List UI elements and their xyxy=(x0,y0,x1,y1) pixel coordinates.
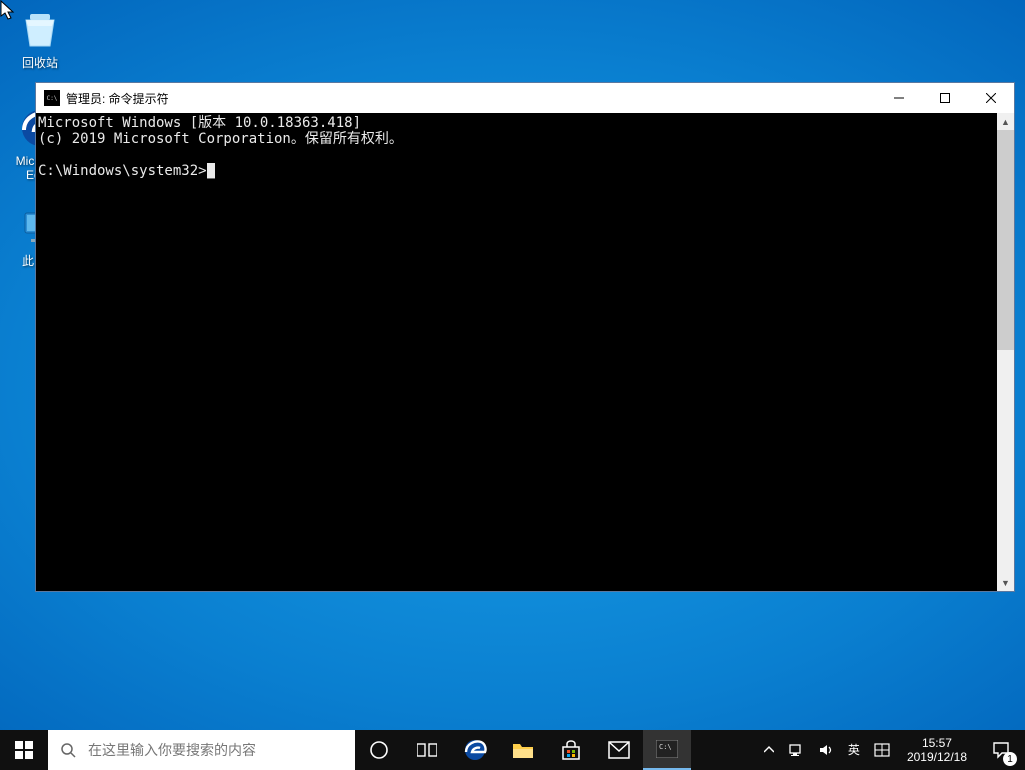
folder-icon xyxy=(512,740,534,760)
tray-network-button[interactable] xyxy=(781,730,811,770)
taskbar-search[interactable] xyxy=(48,730,355,770)
ime-indicator: 英 xyxy=(848,744,860,756)
ime-mode-icon xyxy=(874,742,890,758)
clock-time: 15:57 xyxy=(922,736,952,750)
volume-icon xyxy=(818,742,834,758)
tray-clock[interactable]: 15:57 2019/12/18 xyxy=(897,730,977,770)
scrollbar[interactable]: ▲ ▼ xyxy=(997,113,1014,591)
window-title: 管理员: 命令提示符 xyxy=(66,90,169,107)
search-input[interactable] xyxy=(88,730,355,770)
task-view-button[interactable] xyxy=(403,730,451,770)
search-icon xyxy=(48,742,88,758)
terminal-line: Microsoft Windows [版本 10.0.18363.418] xyxy=(38,115,361,131)
action-center-button[interactable]: 1 xyxy=(977,730,1025,770)
notification-badge: 1 xyxy=(1003,752,1017,766)
cmd-icon xyxy=(44,90,60,106)
taskbar-app-cmd[interactable]: C:\ xyxy=(643,730,691,770)
desktop-icon-recycle-bin[interactable]: 回收站 xyxy=(2,0,78,71)
mail-icon xyxy=(608,741,630,759)
scroll-down-button[interactable]: ▼ xyxy=(997,574,1014,591)
taskbar-app-mail[interactable] xyxy=(595,730,643,770)
task-view-icon xyxy=(417,742,437,758)
terminal-prompt: C:\Windows\system32> xyxy=(38,163,207,179)
tray-show-hidden-button[interactable] xyxy=(757,730,781,770)
edge-icon xyxy=(463,738,487,762)
scroll-up-button[interactable]: ▲ xyxy=(997,113,1014,130)
maximize-button[interactable] xyxy=(922,83,968,113)
taskbar-app-edge[interactable] xyxy=(451,730,499,770)
network-icon xyxy=(788,742,804,758)
terminal-output[interactable]: Microsoft Windows [版本 10.0.18363.418] (c… xyxy=(36,113,997,591)
store-icon xyxy=(560,739,582,761)
cortana-icon xyxy=(369,740,389,760)
desktop-icon-label: 回收站 xyxy=(22,54,58,71)
terminal-caret: _ xyxy=(207,163,215,179)
clock-date: 2019/12/18 xyxy=(907,750,967,764)
terminal-line: (c) 2019 Microsoft Corporation。保留所有权利。 xyxy=(38,131,403,147)
windows-logo-icon xyxy=(15,741,33,759)
cmd-icon: C:\ xyxy=(656,740,678,758)
cmd-window[interactable]: 管理员: 命令提示符 Microsoft Windows [版本 10.0.18… xyxy=(35,82,1015,592)
minimize-button[interactable] xyxy=(876,83,922,113)
tray-ime-button[interactable]: 英 xyxy=(841,730,867,770)
tray-ime-mode-button[interactable] xyxy=(867,730,897,770)
cortana-button[interactable] xyxy=(355,730,403,770)
start-button[interactable] xyxy=(0,730,48,770)
titlebar[interactable]: 管理员: 命令提示符 xyxy=(36,83,1014,113)
taskbar-app-explorer[interactable] xyxy=(499,730,547,770)
tray-volume-button[interactable] xyxy=(811,730,841,770)
taskbar: C:\ 英 15:57 2019/12/18 xyxy=(0,730,1025,770)
desktop[interactable]: 回收站 Microsoft Edge 此电脑 管理员: 命令提示符 xyxy=(0,0,1025,770)
chevron-up-icon xyxy=(764,745,774,755)
close-button[interactable] xyxy=(968,83,1014,113)
recycle-bin-icon xyxy=(16,4,64,52)
system-tray: 英 15:57 2019/12/18 1 xyxy=(757,730,1025,770)
svg-text:C:\: C:\ xyxy=(659,743,672,751)
taskbar-app-store[interactable] xyxy=(547,730,595,770)
scroll-thumb[interactable] xyxy=(997,130,1014,350)
